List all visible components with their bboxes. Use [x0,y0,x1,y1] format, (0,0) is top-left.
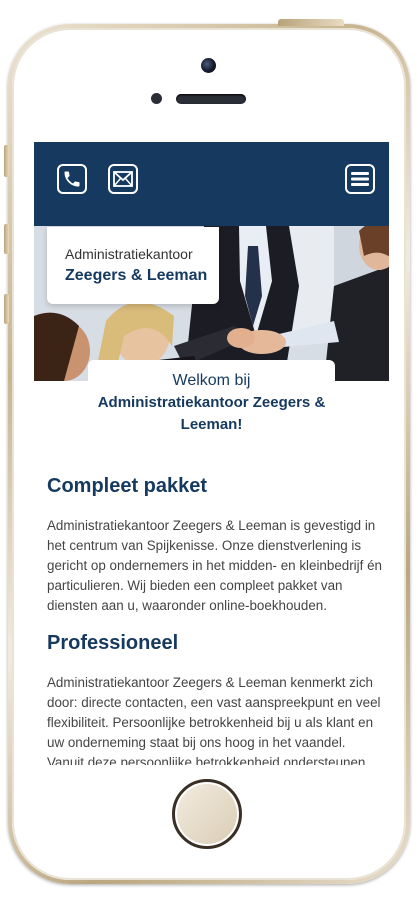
call-button[interactable] [57,164,87,194]
mute-switch [4,145,9,177]
volume-up-button [4,224,9,254]
section-body: Administratiekantoor Zeegers & Leeman ke… [47,675,381,765]
welcome-line-2: Administratiekantoor Zeegers & Leeman! [97,394,326,433]
logo-subtitle: Administratiekantoor [65,246,193,262]
proximity-sensor [151,93,162,104]
main-content: Compleet pakket Administratiekantoor Zee… [47,475,382,765]
section-title: Compleet pakket [47,475,208,497]
earpiece-speaker [176,94,246,104]
section-body: Administratiekantoor Zeegers & Leeman is… [47,518,382,613]
front-camera [201,58,216,73]
logo-name: Zeegers & Leeman [65,267,208,284]
phone-icon [64,171,80,187]
phone-screen: Administratiekantoor Zeegers & Leeman We… [34,142,389,765]
menu-icon [351,172,369,186]
volume-down-button [4,294,9,324]
power-button [278,19,344,26]
top-navigation-bar [34,142,389,226]
welcome-line-1: Welkom bij [172,372,251,389]
section-title: Professioneel [47,632,179,654]
home-button[interactable] [172,779,242,849]
site-logo[interactable]: Administratiekantoor Zeegers & Leeman [47,227,219,304]
mail-icon [113,171,133,187]
email-button[interactable] [108,164,138,194]
menu-button[interactable] [345,164,375,194]
